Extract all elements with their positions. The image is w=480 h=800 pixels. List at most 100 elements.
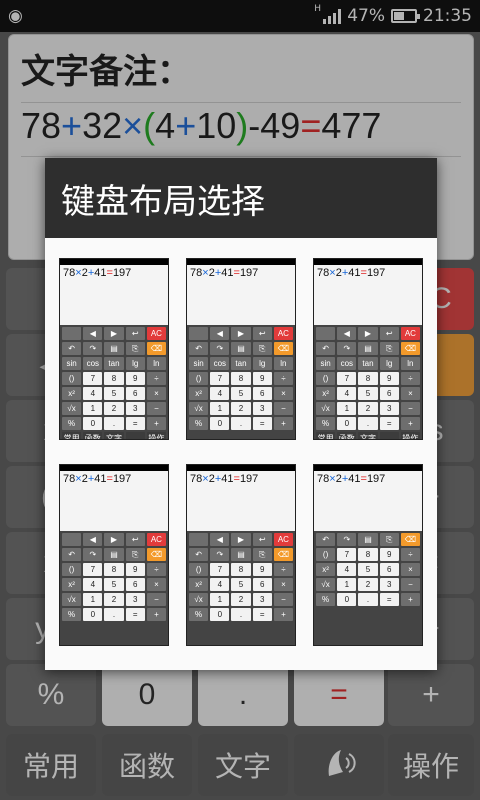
thumb-key: 1 [210, 593, 230, 606]
thumb-key: AC [146, 533, 166, 546]
thumb-key: − [400, 578, 420, 591]
thumb-key: 函数 [337, 432, 357, 439]
thumb-key: − [273, 593, 293, 606]
thumb-key: 3 [379, 402, 399, 415]
thumb-key: tan [231, 357, 251, 370]
thumb-key: ⎘ [125, 342, 145, 355]
thumb-key: × [146, 578, 166, 591]
thumb-key: + [400, 417, 420, 430]
thumb-key: AC [146, 327, 166, 340]
thumb-key: ↩ [252, 327, 272, 340]
thumb-key: ◀ [83, 327, 103, 340]
thumb-key: = [125, 417, 145, 430]
thumb-key: () [316, 548, 336, 561]
layout-option-2[interactable]: 78×2+41=197 ◀ ▶ ↩ AC ↶ ↷ ▤ ⎘ ⌫ sin cos tan lg ln () 7 8 9 ÷… [186, 258, 296, 440]
thumb-key: ↶ [316, 533, 336, 546]
thumb-key [125, 432, 145, 439]
thumb-key: 5 [104, 578, 124, 591]
thumb-key: 0 [337, 417, 357, 430]
thumb-key: ◀ [83, 533, 103, 546]
thumb-key: 0 [210, 608, 230, 621]
thumb-key: x² [316, 387, 336, 400]
thumb-key: 7 [337, 548, 357, 561]
thumb-key: 函数 [83, 432, 103, 439]
thumb-key: × [273, 387, 293, 400]
thumb-key: ⌫ [146, 548, 166, 561]
thumb-key: = [379, 417, 399, 430]
thumb-key: () [189, 372, 209, 385]
thumb-key: 5 [231, 578, 251, 591]
thumb-key: ln [273, 357, 293, 370]
thumb-key: AC [400, 327, 420, 340]
thumb-key: 4 [83, 387, 103, 400]
thumb-key: 2 [358, 578, 378, 591]
thumb-key: () [316, 372, 336, 385]
thumb-key: % [62, 608, 82, 621]
layout-option-1[interactable]: 78×2+41=197 ◀ ▶ ↩ AC ↶ ↷ ▤ ⎘ ⌫ sin cos tan lg ln () 7 8 9 ÷… [59, 258, 169, 440]
thumb-key: ⎘ [379, 342, 399, 355]
thumb-key: ÷ [273, 563, 293, 576]
thumb-key: 2 [104, 593, 124, 606]
thumb-key: ↶ [189, 548, 209, 561]
thumb-key: 9 [379, 548, 399, 561]
layout-option-6[interactable]: 78×2+41=197 ↶ ↷ ▤ ⎘ ⌫ () 7 8 9 ÷ x² 4 5 6 × √x 1 2 3−% 0. = + [313, 464, 423, 646]
thumb-key: 0 [83, 417, 103, 430]
thumb-key: + [273, 417, 293, 430]
thumb-key: − [146, 402, 166, 415]
thumb-key: 操作 [400, 432, 420, 439]
thumb-key: ◀ [337, 327, 357, 340]
thumb-key: tan [104, 357, 124, 370]
thumb-key: ⎘ [252, 548, 272, 561]
thumb-key: + [146, 608, 166, 621]
thumb-key: 1 [337, 578, 357, 591]
thumb-key: 3 [379, 578, 399, 591]
thumb-key: ▤ [358, 342, 378, 355]
thumb-key: ▤ [358, 533, 378, 546]
layout-option-3[interactable]: 78×2+41=197 ◀ ▶ ↩ AC ↶ ↷ ▤ ⎘ ⌫ sin cos tan lg ln () 7 8 9 ÷… [313, 258, 423, 440]
thumb-key: 8 [358, 372, 378, 385]
thumb-key: ▤ [104, 342, 124, 355]
thumb-display: 78×2+41=197 [60, 265, 168, 325]
thumb-key: ▶ [104, 533, 124, 546]
thumb-key: √x [62, 593, 82, 606]
thumb-key: 5 [231, 387, 251, 400]
thumb-key: 6 [252, 387, 272, 400]
thumb-key: 2 [104, 402, 124, 415]
thumb-key: 2 [231, 402, 251, 415]
thumb-key: ln [400, 357, 420, 370]
thumb-key: ⎘ [252, 342, 272, 355]
thumb-key: 1 [210, 402, 230, 415]
thumb-key: % [62, 417, 82, 430]
thumb-key [379, 432, 399, 439]
layout-option-5[interactable]: 78×2+41=197 ◀ ▶ ↩ AC ↶ ↷ ▤ ⎘ ⌫ () 7 8 9 ÷ x² 4 5 6 × √x 1 2 3−%… [186, 464, 296, 646]
thumb-key: √x [316, 402, 336, 415]
thumb-key: x² [62, 387, 82, 400]
thumb-key: . [231, 417, 251, 430]
thumb-key: + [273, 608, 293, 621]
thumb-key: × [400, 563, 420, 576]
thumb-key: 6 [125, 578, 145, 591]
thumb-key: . [231, 608, 251, 621]
layout-option-4[interactable]: 78×2+41=197 ◀ ▶ ↩ AC ↶ ↷ ▤ ⎘ ⌫ () 7 8 9 ÷ x² 4 5 6 × √x 1 2 3−%… [59, 464, 169, 646]
thumb-key: ◀ [210, 533, 230, 546]
thumb-key: ↩ [379, 327, 399, 340]
thumb-key: sin [189, 357, 209, 370]
thumb-key: ↷ [337, 342, 357, 355]
thumb-key: ⌫ [400, 533, 420, 546]
thumb-key: = [252, 608, 272, 621]
thumb-key: ÷ [146, 563, 166, 576]
thumb-key: 1 [337, 402, 357, 415]
thumb-key [62, 327, 82, 340]
thumb-key: ÷ [400, 372, 420, 385]
thumb-key: 文字 [104, 432, 124, 439]
thumb-key: % [316, 593, 336, 606]
thumb-key: x² [316, 563, 336, 576]
thumb-key: 3 [125, 402, 145, 415]
thumb-key: ↩ [252, 533, 272, 546]
thumb-key: 5 [358, 387, 378, 400]
thumb-key: √x [62, 402, 82, 415]
thumb-key [62, 533, 82, 546]
thumb-key: ↷ [337, 533, 357, 546]
thumb-display: 78×2+41=197 [60, 471, 168, 531]
thumb-key: 3 [252, 402, 272, 415]
